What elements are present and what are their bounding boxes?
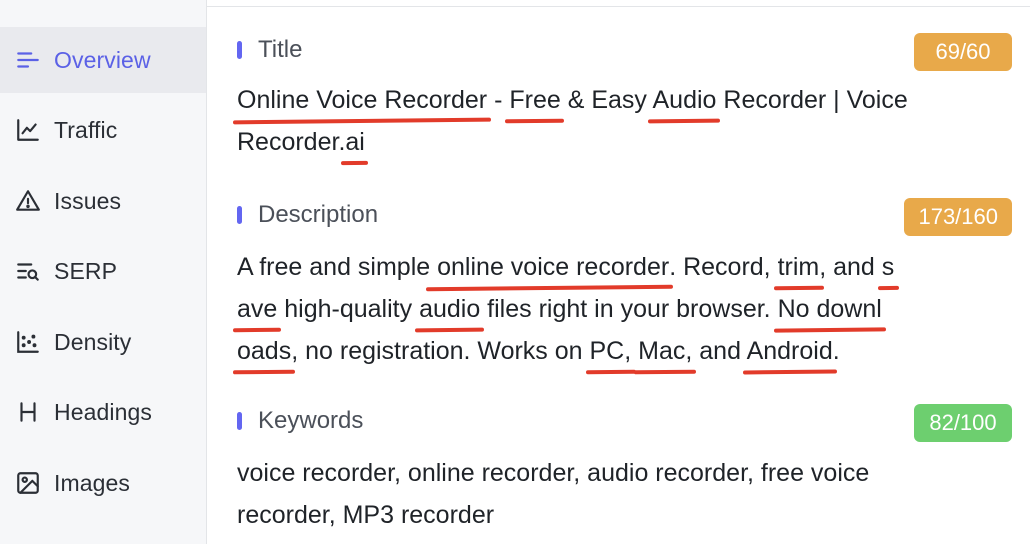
text-fragment: -: [487, 86, 510, 114]
text-fragment: high-quality: [277, 295, 420, 323]
description-text: A free and simple online voice recorder.…: [237, 246, 1012, 372]
sidebar-item-density[interactable]: Density: [0, 309, 206, 375]
underlined-phrase: online voice recorder: [430, 253, 670, 281]
sidebar-item-label: Headings: [54, 398, 152, 425]
underlined-phrase: ave: [237, 295, 278, 323]
sidebar-item-issues[interactable]: Issues: [0, 168, 206, 234]
text-fragment: Recorder.: [237, 128, 346, 156]
image-icon: [15, 469, 43, 497]
section-title: Keywords: [258, 407, 364, 434]
text-fragment: Recorder | Voice: [716, 86, 908, 114]
description-line-2: ave high-quality audio files right in yo…: [237, 288, 1012, 330]
underlined-phrase: Android: [746, 337, 833, 365]
description-length-badge: 173/160: [904, 198, 1012, 236]
section-title: Description: [258, 201, 379, 228]
underlined-phrase: Free: [509, 86, 561, 114]
description-line-3: oads, no registration. Works on PC, Mac,…: [237, 330, 1012, 372]
underlined-phrase: oads: [237, 337, 292, 365]
section-marker: [237, 41, 242, 59]
title-text: Online Voice Recorder - Free & Easy Audi…: [237, 79, 1012, 163]
keywords-line-2: recorder, MP3 recorder: [237, 501, 495, 529]
title-section: Title 69/60 Online Voice Recorder - Free…: [237, 32, 1012, 163]
underlined-phrase: Online Voice Recorder: [237, 86, 488, 114]
density-scatter-icon: [15, 328, 43, 356]
underlined-phrase: trim: [777, 253, 820, 281]
underlined-phrase: No downl: [777, 295, 882, 323]
overview-main: Title 69/60 Online Voice Recorder - Free…: [207, 0, 1030, 544]
text-fragment: files right in your browser.: [480, 295, 778, 323]
warning-triangle-icon: [15, 187, 43, 215]
sidebar-item-headings[interactable]: Headings: [0, 379, 206, 445]
title-length-badge: 69/60: [914, 33, 1012, 71]
text-fragment: . Record,: [669, 253, 778, 281]
underlined-phrase: PC,: [589, 337, 632, 365]
text-fragment: , and: [819, 253, 882, 281]
keywords-count-badge: 82/100: [914, 404, 1012, 442]
sidebar-item-label: Density: [54, 328, 132, 355]
underlined-phrase: Mac,: [638, 337, 693, 365]
title-line-1: Online Voice Recorder - Free & Easy Audi…: [237, 79, 1012, 121]
sidebar-item-label: SERP: [54, 257, 118, 284]
description-section: Description 173/160 A free and simple on…: [237, 197, 1012, 372]
description-line-1: A free and simple online voice recorder.…: [237, 246, 1012, 288]
serp-search-icon: [15, 257, 43, 285]
sidebar-item-overview[interactable]: Overview: [0, 27, 206, 93]
section-title: Title: [258, 36, 303, 63]
sidebar-item-serp[interactable]: SERP: [0, 238, 206, 304]
text-fragment: A free and simple: [237, 253, 431, 281]
underlined-phrase: ai: [345, 128, 365, 156]
text-fragment: & Easy: [560, 86, 653, 114]
keywords-line-1: voice recorder, online recorder, audio r…: [237, 459, 870, 487]
overview-icon: [15, 46, 43, 74]
sidebar-item-label: Overview: [54, 46, 151, 73]
sidebar-item-label: Traffic: [54, 116, 118, 143]
sidebar-item-images[interactable]: Images: [0, 450, 206, 516]
underlined-phrase: s: [881, 253, 895, 281]
sidebar: Overview Traffic Issues SERP Density Hea…: [0, 0, 207, 544]
text-fragment: , no registration. Works on: [291, 337, 590, 365]
seo-overview-panel: Overview Traffic Issues SERP Density Hea…: [0, 0, 1030, 544]
text-fragment: and: [692, 337, 747, 365]
section-marker: [237, 412, 242, 430]
text-fragment: .: [832, 337, 840, 365]
keywords-text: voice recorder, online recorder, audio r…: [237, 452, 1012, 536]
underlined-phrase: Audio: [652, 86, 717, 114]
keywords-section: Keywords 82/100 voice recorder, online r…: [237, 403, 1012, 536]
title-line-2: Recorder.ai: [237, 121, 1012, 163]
sidebar-item-traffic[interactable]: Traffic: [0, 97, 206, 163]
sidebar-item-label: Images: [54, 469, 131, 496]
underlined-phrase: audio: [419, 295, 481, 323]
heading-h-icon: [15, 398, 43, 426]
section-marker: [237, 206, 242, 224]
traffic-chart-icon: [15, 116, 43, 144]
sidebar-item-label: Issues: [54, 187, 122, 214]
